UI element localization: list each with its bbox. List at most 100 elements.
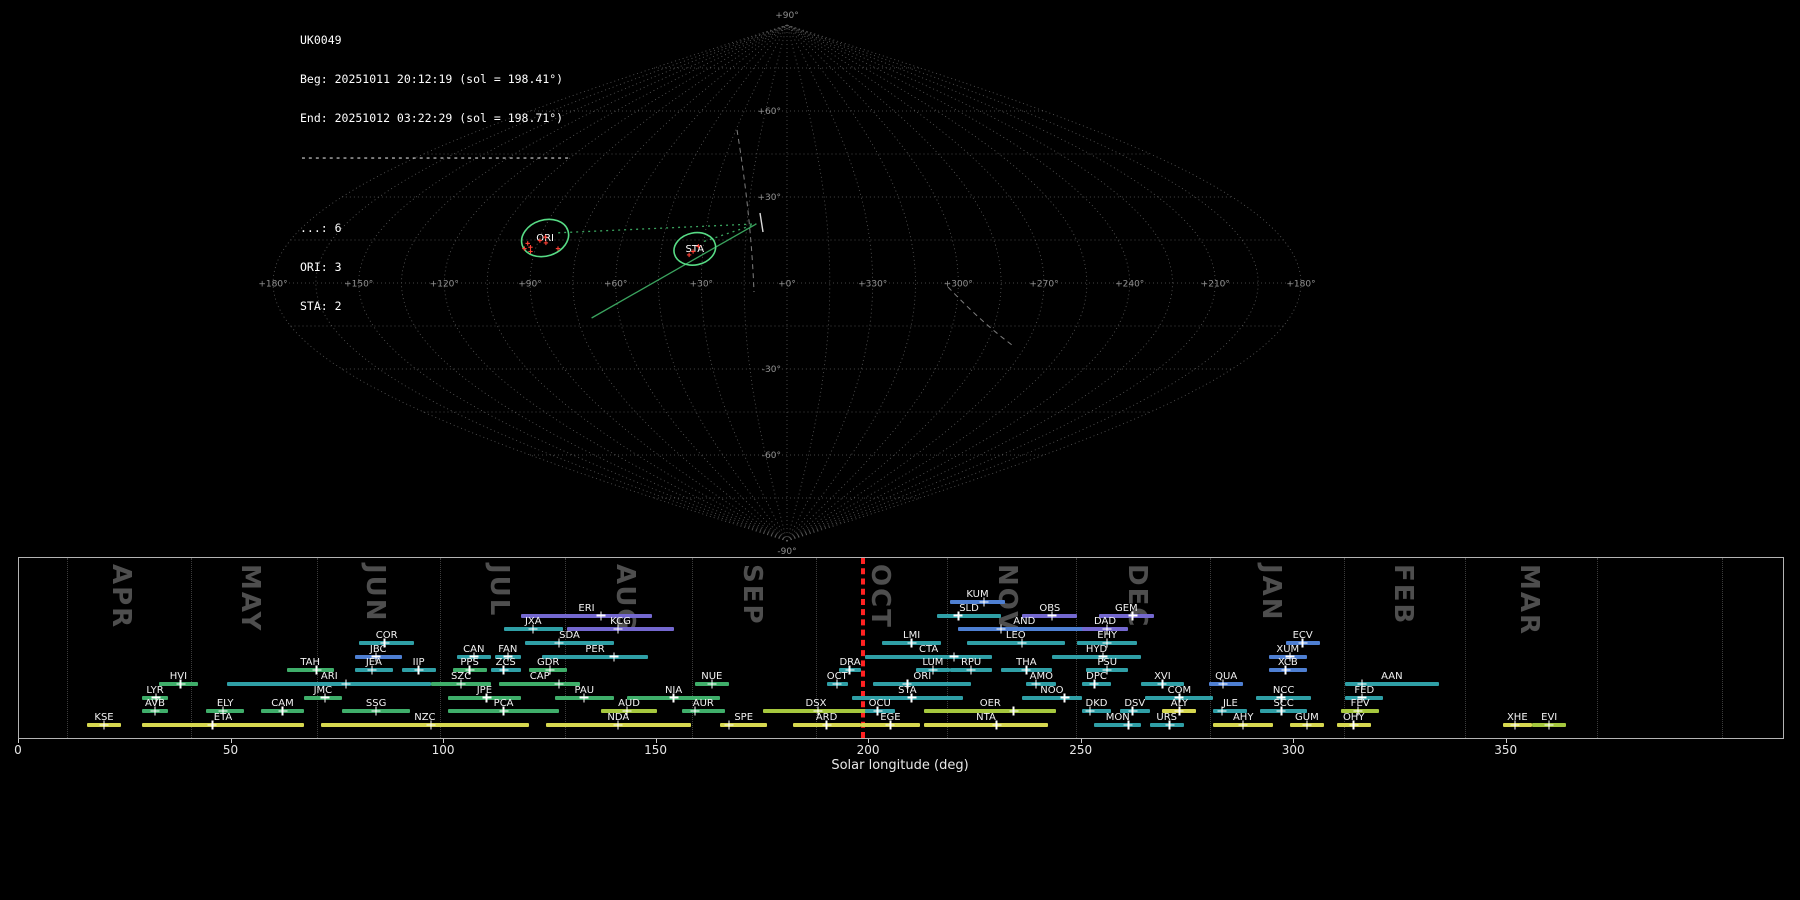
shower-peak-marker xyxy=(320,693,330,703)
x-tick-label: 200 xyxy=(856,743,880,757)
x-tick-label: 350 xyxy=(1494,743,1518,757)
shower-peak-marker xyxy=(966,665,976,675)
shower-peak-marker xyxy=(1238,720,1248,730)
month-gridline xyxy=(1597,558,1599,738)
month-gridline xyxy=(317,558,319,738)
shower-peak-marker xyxy=(207,720,217,730)
x-tick-label: 50 xyxy=(222,743,239,757)
x-tick-mark xyxy=(655,739,657,743)
longitude-label: +30° xyxy=(690,280,714,290)
longitude-label: +0° xyxy=(778,280,796,290)
latitude-label: -60° xyxy=(762,451,781,461)
longitude-label: +180° xyxy=(1286,280,1315,290)
shower-peak-marker xyxy=(1544,720,1554,730)
shower-peak-marker xyxy=(1128,611,1138,621)
shower-peak-marker xyxy=(499,665,509,675)
x-tick-mark xyxy=(1293,739,1295,743)
shower-peak-marker xyxy=(1276,706,1286,716)
shower-peak-marker xyxy=(1298,638,1308,648)
shower-bar xyxy=(320,722,530,727)
month-label: MAR xyxy=(1514,564,1545,637)
shower-peak-marker xyxy=(99,720,109,730)
latitude-label: +90° xyxy=(775,11,799,21)
longitude-label: +60° xyxy=(604,280,628,290)
shower-code-label: SPE xyxy=(734,711,754,723)
shower-peak-marker xyxy=(278,706,287,716)
shower-peak-marker xyxy=(426,720,436,730)
x-tick-mark xyxy=(443,739,445,743)
shower-bar xyxy=(937,613,1001,618)
longitude-label: +180° xyxy=(258,280,287,290)
shower-peak-marker xyxy=(414,665,424,675)
count-ori: ORI: 3 xyxy=(300,260,342,274)
shower-peak-marker xyxy=(371,706,381,716)
shower-peak-marker xyxy=(456,679,466,689)
shower-peak-marker xyxy=(832,679,842,689)
shower-peak-marker xyxy=(1218,679,1228,689)
month-gridline xyxy=(1210,558,1211,738)
shower-peak-marker xyxy=(1085,706,1095,716)
x-axis-title: Solar longitude (deg) xyxy=(831,758,969,773)
shower-code-label: ORI xyxy=(913,670,932,682)
x-tick-label: 300 xyxy=(1281,743,1305,757)
x-tick-label: 150 xyxy=(644,743,668,757)
x-tick-label: 250 xyxy=(1069,743,1093,757)
longitude-label: +210° xyxy=(1201,280,1230,290)
shower-peak-marker xyxy=(1089,679,1099,689)
shower-bar xyxy=(873,681,972,686)
month-label: JUN xyxy=(360,564,391,623)
sky-map: +180° +150° +120° +90° +60° +30° +0° +330° +300°… xyxy=(258,11,1315,556)
month-label: SEP xyxy=(737,564,768,626)
convergence-tick-mark xyxy=(759,212,764,233)
shower-peak-marker xyxy=(341,679,351,689)
x-tick-mark xyxy=(1505,739,1507,743)
shower-peak-marker xyxy=(724,720,734,730)
shower-peak-marker xyxy=(953,611,963,621)
shower-peak-marker xyxy=(482,693,492,703)
shower-code-label: OER xyxy=(979,698,1001,710)
shower-bar xyxy=(682,709,725,714)
month-label: APR xyxy=(106,564,137,630)
shower-peak-marker xyxy=(1060,693,1070,703)
shower-bar xyxy=(1022,695,1082,700)
meteor-track-line xyxy=(558,223,757,234)
shower-peak-marker xyxy=(1165,720,1175,730)
shower-peak-marker xyxy=(949,652,959,662)
longitude-label: +300° xyxy=(944,280,973,290)
dashed-curve xyxy=(947,286,1013,346)
month-label: MAY xyxy=(234,564,265,633)
longitude-label: +330° xyxy=(858,280,887,290)
shower-peak-marker xyxy=(669,693,679,703)
meridian-line xyxy=(700,24,788,542)
shower-peak-marker xyxy=(907,638,917,648)
info-separator: --------------------------------------- xyxy=(300,150,571,164)
month-gridline xyxy=(191,558,193,738)
longitude-label: +270° xyxy=(1029,280,1058,290)
info-panel: UK0049 Beg: 20251011 20:12:19 (sol = 198… xyxy=(300,8,570,339)
x-tick-mark xyxy=(230,739,232,743)
station-id: UK0049 xyxy=(300,33,342,47)
latitude-label: -30° xyxy=(762,365,781,375)
radiant-plot-page: +180° +150° +120° +90° +60° +30° +0° +330° +300°… xyxy=(0,0,1800,900)
meteor-track-line xyxy=(591,223,757,319)
shower-peak-marker xyxy=(528,624,538,634)
shower-peak-marker xyxy=(554,638,564,648)
shower-peak-marker xyxy=(1349,720,1359,730)
shower-peak-marker xyxy=(992,720,1002,730)
shower-peak-marker xyxy=(554,679,564,689)
shower-bar xyxy=(924,722,1048,727)
shower-peak-marker xyxy=(596,611,606,621)
shower-peak-marker xyxy=(613,624,623,634)
shower-peak-marker xyxy=(1123,720,1133,730)
shower-code-label: CAP xyxy=(529,670,550,682)
shower-bar xyxy=(142,722,304,727)
radiant-label: STA xyxy=(686,244,705,255)
month-gridline xyxy=(66,558,68,738)
month-label: JAN xyxy=(1255,564,1286,622)
shower-peak-marker xyxy=(996,624,1006,634)
shower-peak-marker xyxy=(979,597,989,607)
latitude-label: -90° xyxy=(777,547,796,556)
count-sta: STA: 2 xyxy=(300,299,342,313)
x-tick-label: 0 xyxy=(14,743,22,757)
month-label: FEB xyxy=(1387,564,1418,626)
